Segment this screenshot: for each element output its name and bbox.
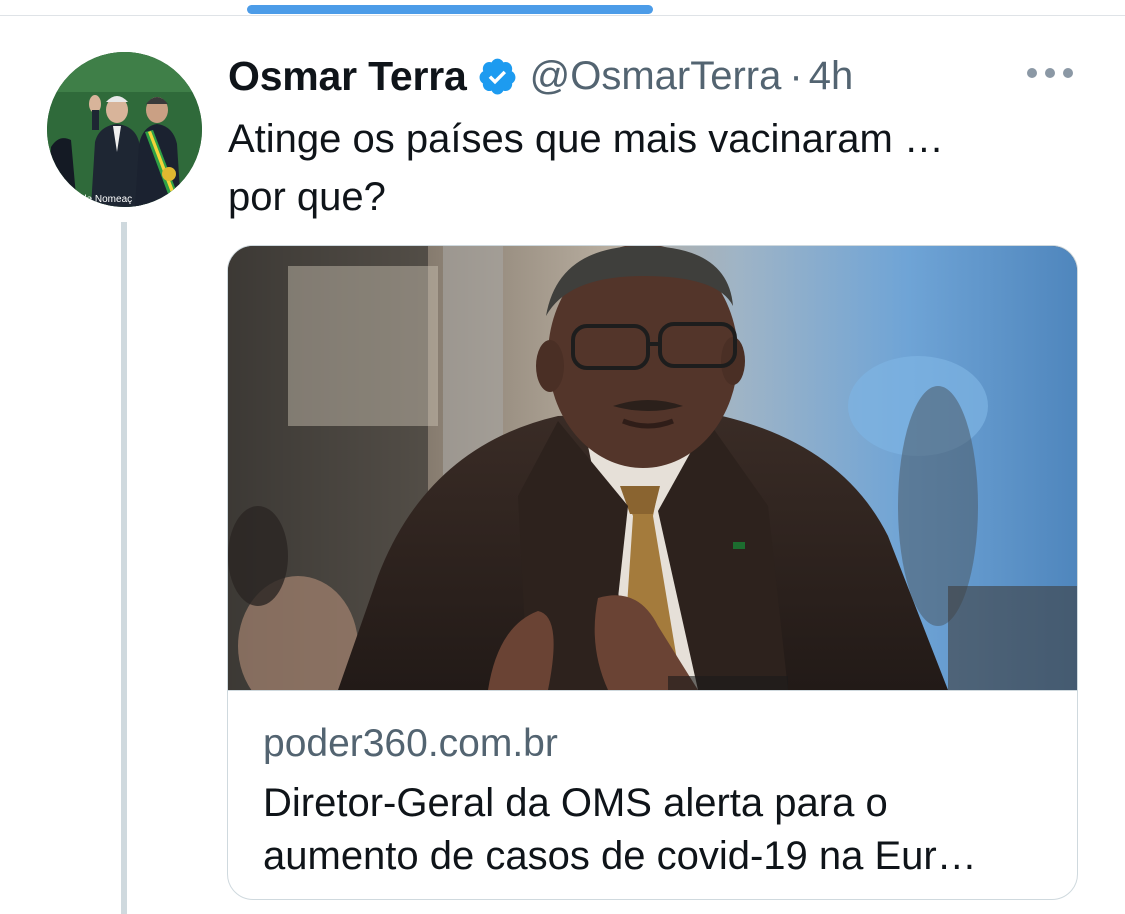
link-card[interactable]: poder360.com.br Diretor-Geral da OMS ale… bbox=[227, 245, 1078, 900]
user-handle[interactable]: @OsmarTerra bbox=[530, 54, 782, 99]
dot-icon bbox=[1045, 68, 1055, 78]
tweet-view: de Nomeaç Osmar Terra @OsmarTerra · 4h A… bbox=[0, 0, 1125, 914]
more-options-icon[interactable] bbox=[1027, 62, 1073, 84]
top-divider bbox=[0, 15, 1125, 16]
verified-badge-icon bbox=[477, 56, 518, 97]
separator-dot: · bbox=[789, 53, 803, 98]
card-photo bbox=[228, 246, 1077, 690]
card-domain: poder360.com.br bbox=[263, 722, 558, 765]
avatar[interactable]: de Nomeaç bbox=[47, 52, 202, 207]
thread-line bbox=[121, 222, 127, 914]
card-title: Diretor-Geral da OMS alerta para o aumen… bbox=[263, 777, 1053, 883]
card-title-line-2: aumento de casos de covid-19 na Eur… bbox=[263, 834, 977, 878]
avatar-caption: de Nomeaç bbox=[81, 194, 132, 205]
card-title-line-1: Diretor-Geral da OMS alerta para o bbox=[263, 781, 888, 825]
tweet-header: Osmar Terra @OsmarTerra · 4h bbox=[228, 46, 853, 106]
dot-icon bbox=[1027, 68, 1037, 78]
tweet-text: Atinge os países que mais vacinaram … po… bbox=[228, 117, 944, 219]
scroll-indicator bbox=[247, 5, 653, 14]
avatar-photo: de Nomeaç bbox=[47, 52, 202, 207]
display-name[interactable]: Osmar Terra bbox=[228, 53, 467, 100]
card-image bbox=[228, 246, 1077, 690]
dot-icon bbox=[1063, 68, 1073, 78]
timestamp[interactable]: 4h bbox=[809, 54, 854, 99]
card-divider bbox=[228, 690, 1077, 691]
